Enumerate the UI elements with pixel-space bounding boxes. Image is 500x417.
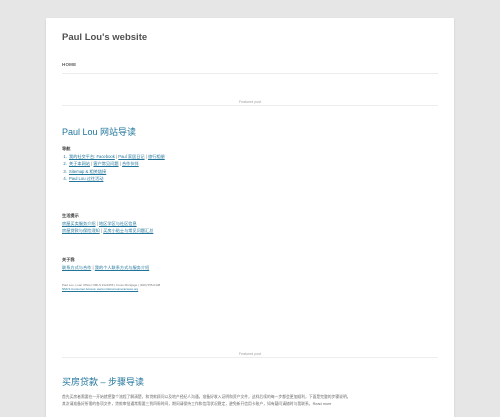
section-heading-services: 生活提示: [62, 213, 79, 218]
home-diary-link[interactable]: Paul 家居日记: [118, 154, 144, 159]
nav-home-link[interactable]: HOME: [62, 62, 76, 67]
faq-link[interactable]: 客户常见问题: [93, 161, 118, 166]
list-item: 我的社交平台: Facebook | Paul 家居日记 | 旅行相册: [68, 153, 165, 160]
featured-post-label: Featured post: [238, 100, 262, 104]
loan-insurance-link[interactable]: 房屋贷款与保险须知: [62, 228, 100, 233]
about-links: 联系方式与合作 | 我的个人联系方式与服务介绍: [62, 264, 149, 271]
services-links: 房屋买卖服务介绍 | 地区学区与社区信息 房屋贷款与保险须知 | 买房小贴士与常…: [62, 220, 153, 234]
nav-divider: [62, 73, 438, 74]
school-district-link[interactable]: 地区学区与社区信息: [99, 221, 137, 226]
social-link[interactable]: 我的社交平台: Facebook: [69, 154, 115, 159]
list-item: 关于本网站 | 客户常见问题 | 合作伙伴: [68, 160, 165, 167]
partners-link[interactable]: 合作伙伴: [122, 161, 139, 166]
nmls-link[interactable]: NMLS Consumer Access: www.nmlsconsumerac…: [62, 287, 160, 291]
excerpt-line: 其次请准备好所需的各项文件，贷款审批通常需要三到四周时间，期间请保持工作和信用状…: [62, 402, 332, 406]
list-item: 联系方式与合作 | 我的个人联系方式与服务介绍: [62, 265, 150, 270]
page-content: Paul Lou's website HOME Featured post Pa…: [46, 18, 454, 417]
list-item: 房屋贷款与保险须知 | 买房小贴士与常见问题汇总: [62, 228, 154, 234]
buy-sell-link[interactable]: 房屋买卖服务介绍: [62, 221, 96, 226]
guide-list: 我的社交平台: Facebook | Paul 家居日记 | 旅行相册 关于本网…: [62, 153, 165, 183]
personal-info-link[interactable]: 我的个人联系方式与服务介绍: [95, 265, 149, 270]
section-heading-about: 关于我: [62, 257, 75, 262]
past-events-link[interactable]: Paul Lou 过往活动: [69, 176, 103, 181]
site-title[interactable]: Paul Lou's website: [62, 32, 147, 43]
featured-divider: [62, 105, 438, 106]
post-title-guide[interactable]: Paul Lou 网站导读: [62, 125, 136, 138]
excerpt-line: 首先买房者需要在一开始就把整个流程了解清楚，和贷款顾问以及地产经纪人沟通，准备好…: [62, 395, 351, 399]
sitemap-link[interactable]: Sitemap & 相关链接: [69, 169, 106, 174]
featured-divider: [62, 357, 438, 358]
featured-post-label: Featured post: [238, 352, 262, 356]
list-item: Paul Lou 过往活动: [68, 175, 165, 182]
list-item: Sitemap & 相关链接: [68, 168, 165, 175]
post-title-loan-steps[interactable]: 买房贷款 – 步骤导读: [62, 375, 144, 388]
about-site-link[interactable]: 关于本网站: [69, 161, 90, 166]
travel-album-link[interactable]: 旅行相册: [148, 154, 165, 159]
post-excerpt: 首先买房者需要在一开始就把整个流程了解清楚，和贷款顾问以及地产经纪人沟通，准备好…: [62, 394, 438, 408]
section-heading-guide: 导航: [62, 146, 71, 151]
contact-link[interactable]: 联系方式与合作: [62, 265, 91, 270]
contact-info: Paul Lou, Loan Officer NMLS #123456 | Cr…: [62, 283, 160, 292]
buyer-tips-link[interactable]: 买房小贴士与常见问题汇总: [103, 228, 153, 233]
list-item: 房屋买卖服务介绍 | 地区学区与社区信息: [62, 221, 137, 226]
